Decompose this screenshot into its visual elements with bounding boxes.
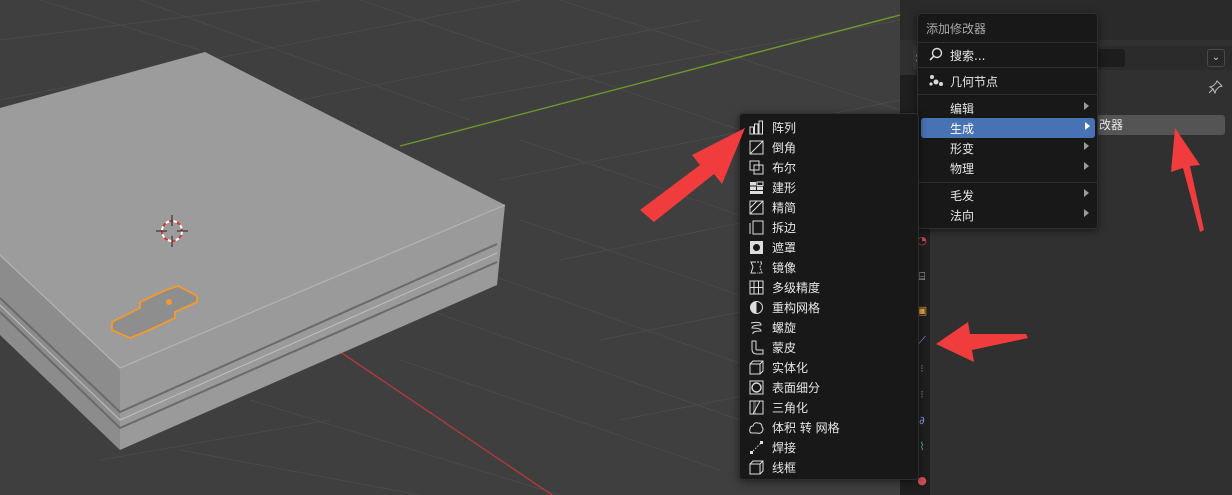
annotation-arrows [640,128,1204,362]
red-arrow-modifier-tab [936,322,1028,362]
red-arrow-add-modifier [1171,128,1204,232]
red-arrow-array [640,128,745,222]
